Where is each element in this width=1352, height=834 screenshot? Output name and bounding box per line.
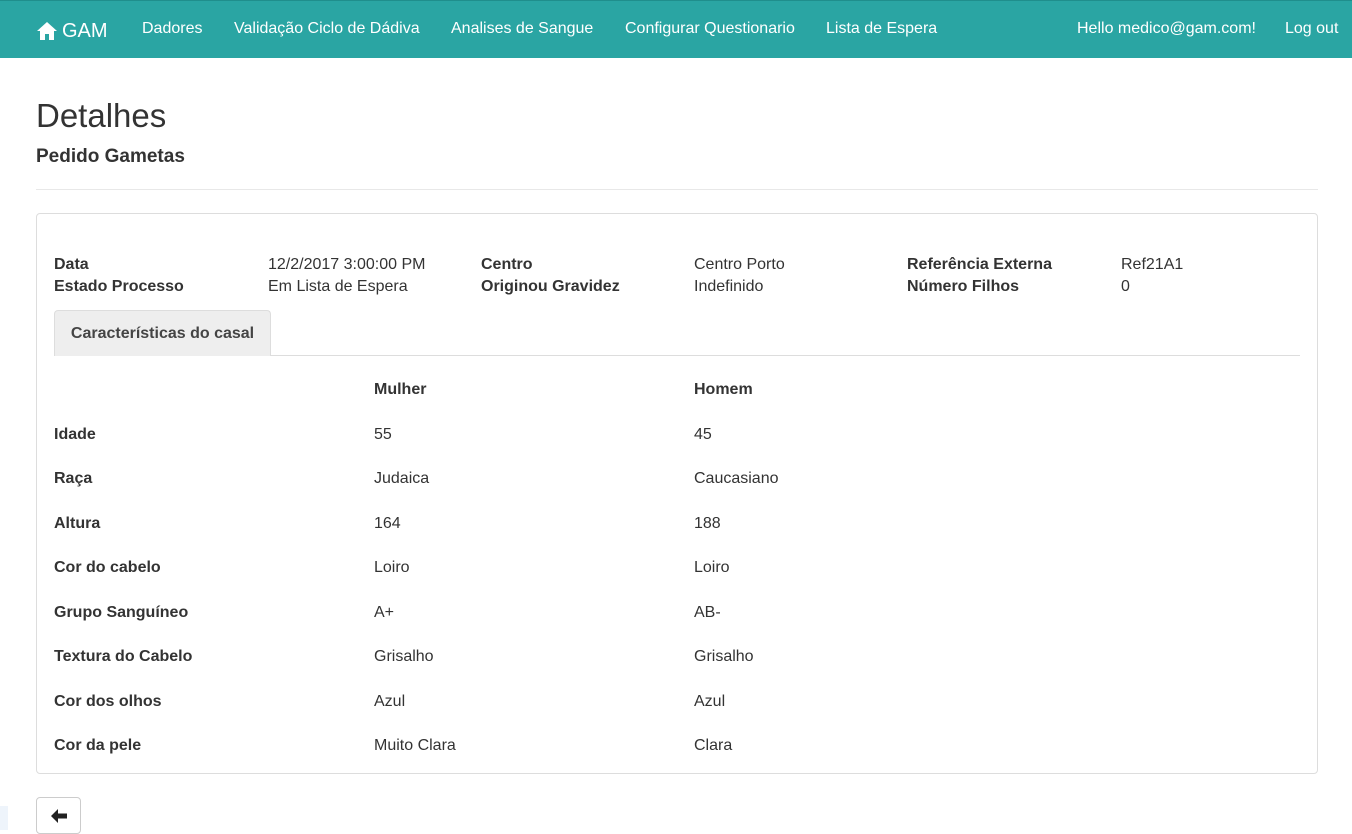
centro-value: Centro Porto — [694, 256, 785, 273]
cell-mulher: Muito Clara — [374, 737, 456, 754]
brand-link[interactable]: GAM — [36, 18, 108, 44]
brand-name: GAM — [62, 20, 108, 42]
logout-link[interactable]: Log out — [1285, 19, 1338, 39]
cell-homem: Clara — [694, 737, 733, 754]
row-label: Altura — [54, 515, 101, 532]
header-divider — [36, 189, 1318, 190]
nav-item-validacao-ciclo[interactable]: Validação Ciclo de Dádiva — [234, 19, 420, 39]
originou-gravidez-label: Originou Gravidez — [481, 278, 620, 295]
row-label: Cor do cabelo — [54, 559, 161, 576]
centro-label: Centro — [481, 256, 533, 273]
data-label: Data — [54, 256, 89, 273]
home-icon — [36, 21, 58, 41]
cell-mulher: Judaica — [374, 470, 430, 487]
nav-item-analises-sangue[interactable]: Analises de Sangue — [451, 19, 593, 39]
nav-item-lista-espera[interactable]: Lista de Espera — [826, 19, 937, 39]
originou-gravidez-value: Indefinido — [694, 278, 764, 295]
cell-mulher: 164 — [374, 515, 401, 532]
details-panel: Data 12/2/2017 3:00:00 PM Centro Centro … — [36, 213, 1318, 774]
row-label: Idade — [54, 426, 96, 443]
row-label: Textura do Cabelo — [54, 648, 193, 665]
cell-mulher: Grisalho — [374, 648, 434, 665]
cell-mulher: Loiro — [374, 559, 410, 576]
referencia-externa-value: Ref21A1 — [1121, 256, 1184, 273]
tab-label: Características do casal — [70, 324, 255, 342]
row-label: Cor da pele — [54, 737, 142, 754]
cell-mulher: Azul — [374, 693, 406, 710]
numero-filhos-value: 0 — [1121, 278, 1130, 295]
cell-homem: AB- — [694, 604, 721, 621]
nav-item-configurar-questionario[interactable]: Configurar Questionario — [625, 19, 795, 39]
cell-homem: Azul — [694, 693, 726, 710]
back-button[interactable] — [36, 797, 81, 834]
cell-homem: Caucasiano — [694, 470, 779, 487]
nav-item-dadores[interactable]: Dadores — [142, 19, 202, 39]
column-header-homem: Homem — [694, 381, 753, 398]
page-edge-marker — [0, 806, 8, 830]
cell-mulher: A+ — [374, 604, 395, 621]
top-navbar: GAM Dadores Validação Ciclo de Dádiva An… — [0, 0, 1352, 58]
cell-mulher: 55 — [374, 426, 392, 443]
cell-homem: 188 — [694, 515, 721, 532]
cell-homem: Grisalho — [694, 648, 754, 665]
numero-filhos-label: Número Filhos — [907, 278, 1020, 295]
page-title: Detalhes — [36, 97, 167, 134]
row-label: Grupo Sanguíneo — [54, 604, 189, 621]
estado-processo-label: Estado Processo — [54, 278, 184, 295]
arrow-left-icon — [50, 808, 67, 823]
row-label: Raça — [54, 470, 93, 487]
cell-homem: 45 — [694, 426, 712, 443]
tab-caracteristicas-casal[interactable]: Características do casal — [54, 310, 271, 356]
cell-homem: Loiro — [694, 559, 730, 576]
estado-processo-value: Em Lista de Espera — [268, 278, 408, 295]
row-label: Cor dos olhos — [54, 693, 162, 710]
column-header-mulher: Mulher — [374, 381, 427, 398]
data-value: 12/2/2017 3:00:00 PM — [268, 256, 426, 273]
user-greeting-link[interactable]: Hello medico@gam.com! — [1077, 19, 1256, 39]
referencia-externa-label: Referência Externa — [907, 256, 1052, 273]
page-subtitle: Pedido Gametas — [36, 146, 185, 167]
